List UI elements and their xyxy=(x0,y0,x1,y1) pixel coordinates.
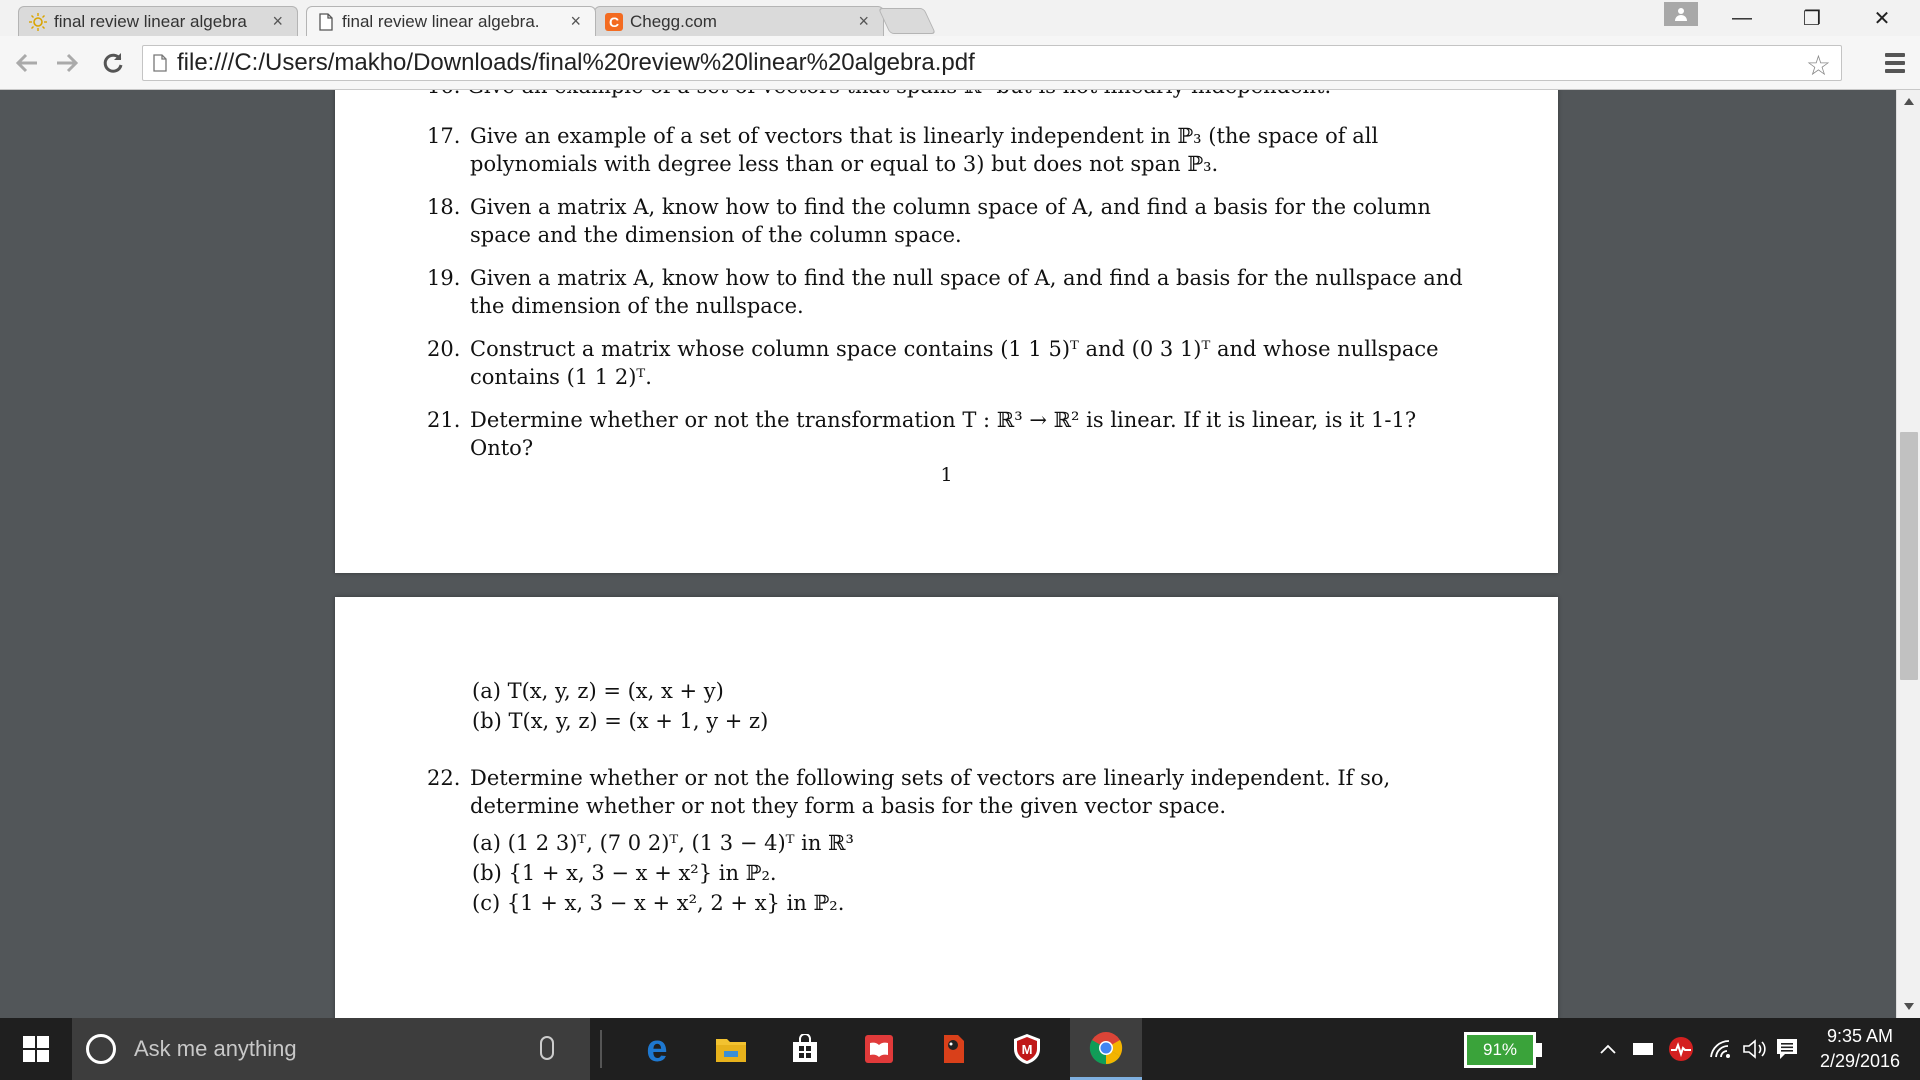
chrome-taskbar-icon[interactable] xyxy=(1070,1018,1142,1080)
browser-toolbar: file:///C:/Users/makho/Downloads/final%2… xyxy=(0,36,1920,90)
question-20: 20. Construct a matrix whose column spac… xyxy=(427,335,1467,391)
tab-pdf-1[interactable]: final review linear algebra × xyxy=(18,6,298,36)
svg-text:M: M xyxy=(1022,1042,1033,1057)
battery-indicator[interactable]: 91% xyxy=(1464,1032,1536,1068)
show-hidden-icons-chevron-up-icon[interactable] xyxy=(1594,1018,1622,1080)
chegg-favicon-icon: C xyxy=(605,12,623,31)
edge-browser-icon[interactable]: e xyxy=(626,1018,688,1080)
question-text: Given a matrix A, know how to find the n… xyxy=(470,266,1463,318)
close-tab-icon[interactable]: × xyxy=(858,11,869,32)
tab-title: final review linear algebra. xyxy=(342,11,540,31)
cortana-search-box[interactable]: Ask me anything xyxy=(72,1018,590,1080)
volume-icon[interactable] xyxy=(1740,1018,1770,1080)
pdf-page-2: (a) T(x, y, z) = (x, x + y) (b) T(x, y, … xyxy=(335,597,1558,1018)
question-number: 21. xyxy=(427,408,461,432)
person-icon xyxy=(1675,8,1687,21)
chrome-menu-icon[interactable] xyxy=(1882,50,1908,76)
question-22: 22. Determine whether or not the followi… xyxy=(427,764,1467,820)
svg-text:C: C xyxy=(609,14,619,30)
question-number: 22. xyxy=(427,766,461,790)
question-number: 18. xyxy=(427,195,461,219)
question-number: 17. xyxy=(427,124,461,148)
microphone-icon[interactable] xyxy=(540,1036,554,1060)
address-bar[interactable]: file:///C:/Users/makho/Downloads/final%2… xyxy=(142,45,1842,81)
question-22-part-b: (b) {1 + x, 3 − x + x²} in ℙ₂. xyxy=(472,861,777,885)
reload-button[interactable] xyxy=(96,46,130,80)
tab-title: final review linear algebra xyxy=(54,11,247,31)
document-favicon-icon xyxy=(317,12,335,31)
action-center-icon[interactable] xyxy=(1772,1018,1802,1080)
windows-logo-icon xyxy=(23,1036,49,1062)
device-rectangle-icon[interactable] xyxy=(1628,1018,1658,1080)
question-number: 19. xyxy=(427,266,461,290)
cortana-circle-icon xyxy=(86,1034,116,1064)
question-text: Given a matrix A, know how to find the c… xyxy=(470,195,1431,247)
arrow-left-icon xyxy=(15,53,37,73)
url-text: file:///C:/Users/makho/Downloads/final%2… xyxy=(177,49,975,76)
clock-date: 2/29/2016 xyxy=(1819,1051,1901,1071)
vertical-scrollbar[interactable] xyxy=(1896,90,1920,1018)
question-text: Give an example of a set of vectors that… xyxy=(470,124,1379,176)
search-placeholder: Ask me anything xyxy=(134,1036,297,1061)
question-text: Determine whether or not the transformat… xyxy=(470,408,1417,460)
question-21: 21. Determine whether or not the transfo… xyxy=(427,406,1467,462)
pdf-page-1: 16. Give an example of a set of vectors … xyxy=(335,90,1558,573)
clock-time: 9:35 AM xyxy=(1826,1026,1894,1046)
tab-title: Chegg.com xyxy=(630,11,717,31)
profile-button[interactable] xyxy=(1664,2,1698,26)
question-16-partial: 16. Give an example of a set of vectors … xyxy=(427,90,1467,100)
start-button[interactable] xyxy=(0,1018,72,1080)
wifi-icon[interactable] xyxy=(1706,1018,1736,1080)
tab-strip: final review linear algebra × final revi… xyxy=(0,0,1920,36)
question-18: 18. Given a matrix A, know how to find t… xyxy=(427,193,1467,249)
question-22-part-c: (c) {1 + x, 3 − x + x², 2 + x} in ℙ₂. xyxy=(472,891,845,915)
mcafee-shield-icon[interactable]: M xyxy=(996,1018,1058,1080)
file-explorer-icon[interactable] xyxy=(700,1018,762,1080)
close-window-button[interactable]: ✕ xyxy=(1852,0,1912,36)
bookmark-star-icon[interactable]: ☆ xyxy=(1806,49,1831,82)
scroll-down-arrow-icon[interactable] xyxy=(1904,1003,1914,1010)
forward-button[interactable] xyxy=(50,46,84,80)
taskbar-divider xyxy=(600,1030,602,1068)
question-17: 17. Give an example of a set of vectors … xyxy=(427,122,1467,178)
question-21-part-b: (b) T(x, y, z) = (x + 1, y + z) xyxy=(472,709,769,733)
system-clock[interactable]: 9:35 AM 2/29/2016 xyxy=(1806,1024,1914,1074)
close-tab-icon[interactable]: × xyxy=(272,11,283,32)
minimize-button[interactable]: — xyxy=(1712,0,1772,36)
question-text: Determine whether or not the following s… xyxy=(470,766,1391,818)
sun-favicon-icon xyxy=(29,12,47,31)
battery-tip xyxy=(1536,1043,1542,1057)
question-number: 20. xyxy=(427,337,461,361)
restore-button[interactable]: ❐ xyxy=(1782,0,1842,36)
book-app-icon[interactable] xyxy=(848,1018,910,1080)
tab-pdf-2[interactable]: final review linear algebra. × xyxy=(306,6,596,36)
question-text: Construct a matrix whose column space co… xyxy=(470,337,1439,389)
question-22-part-a: (a) (1 2 3)ᵀ, (7 0 2)ᵀ, (1 3 − 4)ᵀ in ℝ³ xyxy=(472,831,854,855)
new-tab-button[interactable] xyxy=(877,8,937,34)
page-icon xyxy=(153,54,167,72)
reload-icon xyxy=(103,53,123,73)
scroll-thumb[interactable] xyxy=(1900,432,1918,680)
health-monitor-icon[interactable] xyxy=(1664,1018,1698,1080)
tab-chegg[interactable]: C Chegg.com × xyxy=(594,6,884,36)
game-app-icon[interactable] xyxy=(922,1018,984,1080)
pdf-viewport[interactable]: 16. Give an example of a set of vectors … xyxy=(0,90,1896,1018)
page-number: 1 xyxy=(940,464,953,486)
question-21-part-a: (a) T(x, y, z) = (x, x + y) xyxy=(472,679,724,703)
windows-taskbar: Ask me anything e M 91% 9:35 AM 2/29/201… xyxy=(0,1018,1920,1080)
question-19: 19. Given a matrix A, know how to find t… xyxy=(427,264,1467,320)
back-button[interactable] xyxy=(10,46,44,80)
svg-text:e: e xyxy=(646,1032,667,1066)
close-tab-icon[interactable]: × xyxy=(570,11,581,32)
arrow-right-icon xyxy=(57,53,79,73)
scroll-up-arrow-icon[interactable] xyxy=(1904,98,1914,105)
store-icon[interactable] xyxy=(774,1018,836,1080)
